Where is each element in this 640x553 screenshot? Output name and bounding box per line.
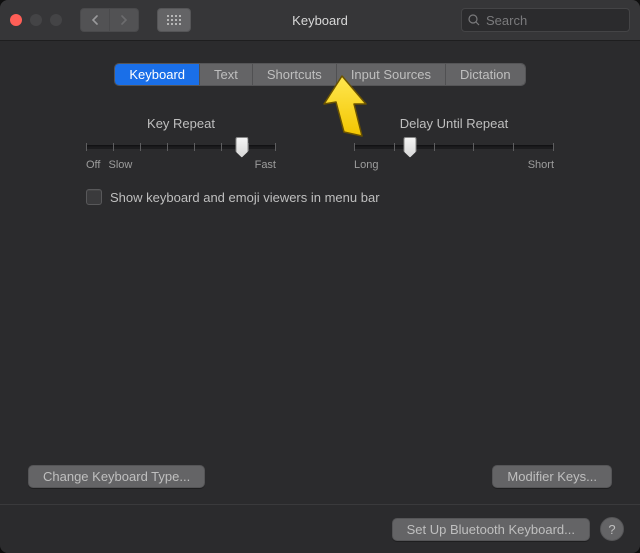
- delay-limits: Long Short: [354, 159, 554, 171]
- key-repeat-slow-label: Slow: [108, 159, 132, 171]
- tab-text[interactable]: Text: [200, 64, 253, 85]
- show-all-button[interactable]: [157, 8, 191, 32]
- window-controls: [10, 14, 62, 26]
- tab-dictation[interactable]: Dictation: [446, 64, 525, 85]
- forward-button[interactable]: [110, 8, 139, 32]
- key-repeat-fast-label: Fast: [255, 159, 276, 171]
- modifier-keys-button[interactable]: Modifier Keys...: [492, 465, 612, 488]
- titlebar: Keyboard Search: [0, 0, 640, 41]
- search-field[interactable]: Search: [461, 8, 630, 32]
- tab-shortcuts[interactable]: Shortcuts: [253, 64, 337, 85]
- chevron-right-icon: [120, 15, 128, 25]
- key-repeat-limits: Off Slow Fast: [86, 159, 276, 171]
- delay-knob[interactable]: [404, 137, 417, 158]
- help-icon: ?: [608, 522, 615, 537]
- delay-label: Delay Until Repeat: [400, 116, 508, 131]
- window-title: Keyboard: [292, 13, 348, 28]
- delay-short-label: Short: [528, 159, 554, 171]
- back-button[interactable]: [80, 8, 110, 32]
- key-repeat-knob[interactable]: [235, 137, 248, 158]
- sliders-row: Key Repeat Off Slow Fast Delay Until Re: [86, 116, 554, 171]
- show-viewers-label: Show keyboard and emoji viewers in menu …: [110, 190, 380, 205]
- bottom-row: Change Keyboard Type... Modifier Keys...: [28, 465, 612, 488]
- key-repeat-group: Key Repeat Off Slow Fast: [86, 116, 276, 171]
- search-icon: [468, 14, 480, 26]
- tab-input-sources[interactable]: Input Sources: [337, 64, 446, 85]
- key-repeat-off-label: Off: [86, 159, 100, 171]
- minimize-window-button[interactable]: [30, 14, 42, 26]
- grid-icon: [167, 15, 181, 25]
- show-viewers-checkbox[interactable]: [86, 189, 102, 205]
- key-repeat-slider[interactable]: [86, 145, 276, 149]
- delay-group: Delay Until Repeat Long Short: [354, 116, 554, 171]
- tab-keyboard[interactable]: Keyboard: [115, 64, 200, 85]
- close-window-button[interactable]: [10, 14, 22, 26]
- show-viewers-row: Show keyboard and emoji viewers in menu …: [86, 189, 612, 205]
- key-repeat-label: Key Repeat: [147, 116, 215, 131]
- tab-bar: Keyboard Text Shortcuts Input Sources Di…: [114, 63, 525, 86]
- delay-slider[interactable]: [354, 145, 554, 149]
- help-button[interactable]: ?: [600, 517, 624, 541]
- nav-buttons: [80, 8, 139, 32]
- zoom-window-button[interactable]: [50, 14, 62, 26]
- bluetooth-keyboard-button[interactable]: Set Up Bluetooth Keyboard...: [392, 518, 590, 541]
- footer: Set Up Bluetooth Keyboard... ?: [0, 504, 640, 553]
- delay-long-label: Long: [354, 159, 378, 171]
- chevron-left-icon: [91, 15, 99, 25]
- pane-body: Keyboard Text Shortcuts Input Sources Di…: [0, 41, 640, 504]
- delay-ticks: [354, 143, 554, 151]
- change-keyboard-type-button[interactable]: Change Keyboard Type...: [28, 465, 205, 488]
- search-placeholder: Search: [486, 13, 527, 28]
- keyboard-prefs-window: Keyboard Search Keyboard Text Shortcuts …: [0, 0, 640, 553]
